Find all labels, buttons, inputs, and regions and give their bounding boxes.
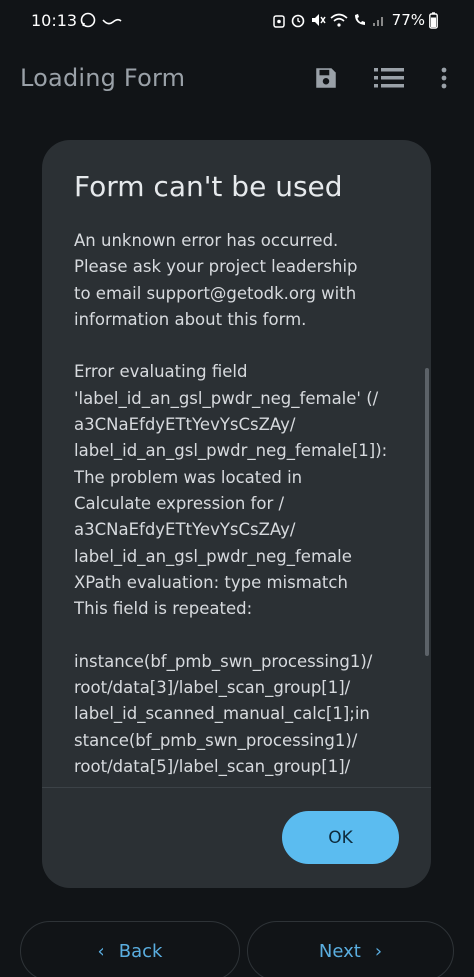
signal-icon	[372, 13, 386, 27]
form-hierarchy-button[interactable]	[371, 60, 407, 96]
dialog-message[interactable]: An unknown error has occurred. Please as…	[74, 228, 419, 788]
back-label: Back	[118, 940, 163, 962]
mute-icon	[310, 12, 326, 28]
next-button[interactable]: Next ›	[247, 921, 454, 977]
save-button[interactable]	[308, 60, 344, 96]
back-button[interactable]: ‹ Back	[20, 921, 240, 977]
squiggle-notification-icon	[102, 13, 122, 32]
wifi-icon	[330, 12, 348, 28]
dialog-scrollbar[interactable]	[425, 368, 429, 656]
app-bar: Loading Form	[0, 42, 474, 114]
ok-button[interactable]: OK	[282, 811, 399, 864]
chevron-left-icon: ‹	[97, 940, 105, 962]
wifi-calling-icon	[352, 12, 368, 28]
more-vert-icon	[441, 67, 447, 89]
chevron-right-icon: ›	[374, 940, 383, 962]
status-time: 10:13	[31, 11, 78, 30]
alarm-lock-icon	[272, 12, 286, 28]
status-right-icons: 77%	[272, 11, 438, 29]
more-options-button[interactable]	[426, 60, 462, 96]
whatsapp-icon	[80, 12, 96, 32]
next-label: Next	[318, 940, 361, 962]
status-left-icons	[80, 12, 122, 32]
error-dialog: Form can't be used An unknown error has …	[42, 140, 431, 888]
list-icon	[374, 68, 404, 88]
battery-percent: 77%	[391, 11, 425, 29]
dialog-title: Form can't be used	[74, 170, 343, 203]
screen: 10:13 77% Loading Form Form can't be use…	[0, 0, 474, 977]
status-bar: 10:13 77%	[0, 0, 474, 42]
dialog-divider	[42, 787, 431, 788]
app-title: Loading Form	[20, 64, 186, 92]
battery-icon	[429, 11, 438, 29]
save-icon	[316, 68, 336, 88]
alarm-icon	[290, 12, 306, 28]
